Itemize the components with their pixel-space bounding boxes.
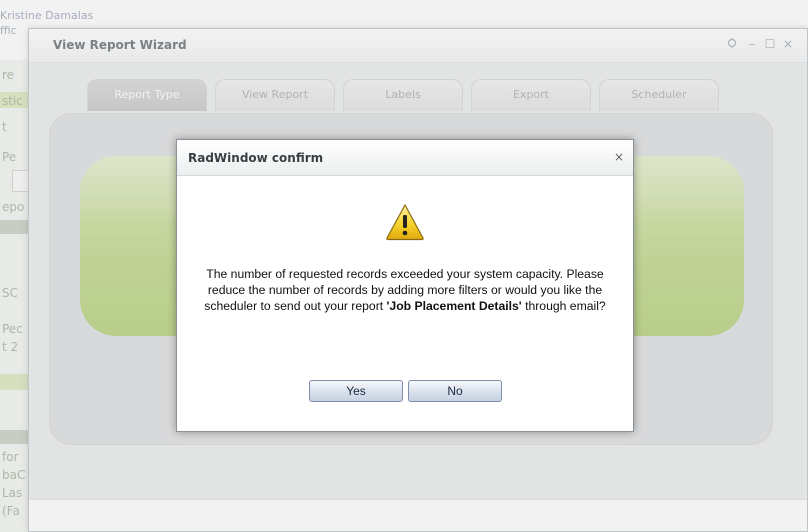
- yes-button[interactable]: Yes: [309, 380, 403, 402]
- warning-icon: [385, 203, 425, 241]
- dialog-close-icon[interactable]: ×: [613, 151, 625, 163]
- confirm-message: The number of requested records exceeded…: [191, 266, 619, 314]
- message-part-2: through email?: [521, 299, 606, 313]
- dialog-titlebar[interactable]: RadWindow confirm ×: [177, 140, 633, 176]
- dialog-title: RadWindow confirm: [188, 151, 324, 165]
- no-button[interactable]: No: [408, 380, 502, 402]
- confirm-dialog: RadWindow confirm × The number of reques…: [176, 139, 634, 432]
- report-name: 'Job Placement Details': [386, 299, 522, 313]
